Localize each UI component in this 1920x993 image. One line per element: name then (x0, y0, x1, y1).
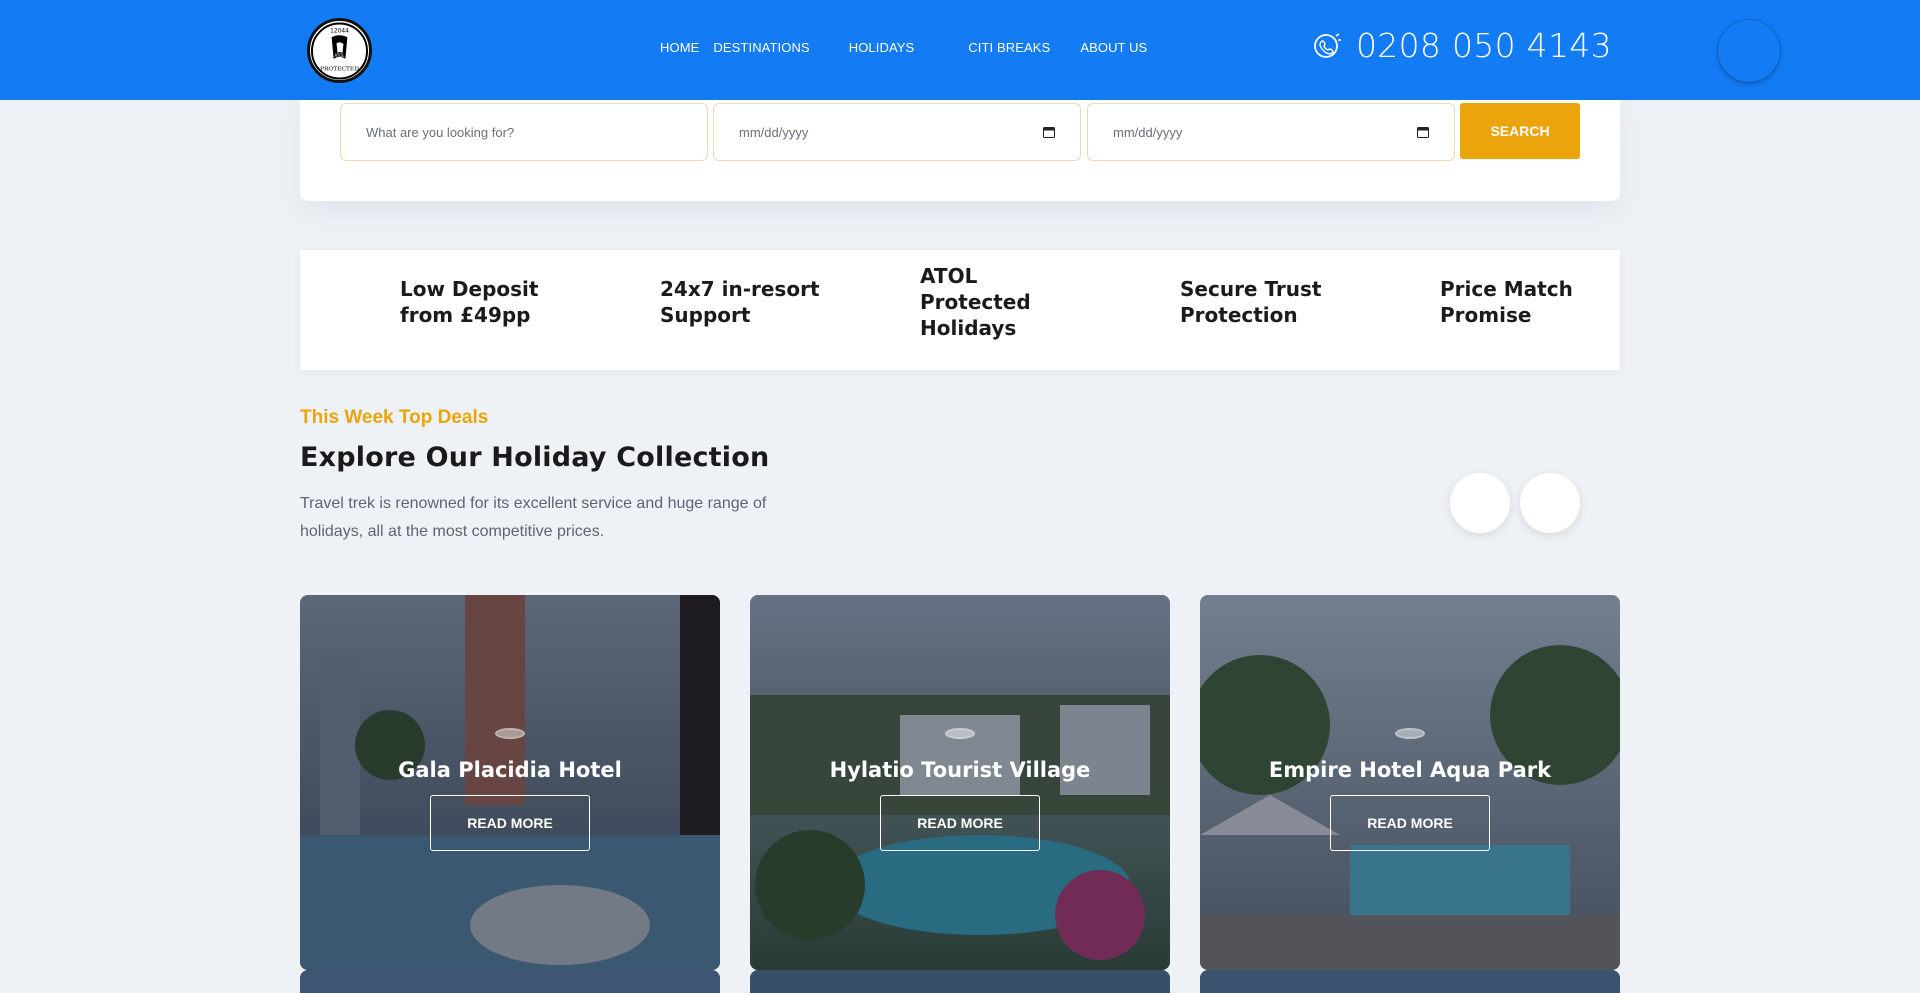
feature-atol: ATOL Protected Holidays (920, 263, 1031, 341)
deal-card[interactable]: Gala Placidia Hotel READ MORE (300, 595, 720, 970)
search-button[interactable]: SEARCH (1460, 103, 1580, 159)
phone-support-icon (1314, 32, 1341, 58)
nav-citi-breaks[interactable]: CITI BREAKS (968, 40, 1050, 55)
card-title: Empire Hotel Aqua Park (1268, 758, 1552, 782)
deal-card-partial (750, 970, 1170, 993)
feature-support: 24x7 in-resort Support (660, 276, 820, 328)
atol-logo[interactable]: 12044 ATOL PROTECTED (307, 18, 372, 83)
check-in-date-input[interactable]: mm/dd/yyyy (713, 103, 1081, 161)
svg-text:ATOL: ATOL (334, 52, 345, 57)
check-out-date-input[interactable]: mm/dd/yyyy (1087, 103, 1455, 161)
check-out-date-text: mm/dd/yyyy (1113, 124, 1183, 140)
feature-line: 24x7 in-resort (660, 277, 820, 301)
read-more-button[interactable]: READ MORE (1330, 795, 1490, 851)
features-strip: Low Deposit from £49pp 24x7 in-resort Su… (300, 250, 1620, 370)
feature-line: Protected (920, 290, 1031, 314)
card-title: Gala Placidia Hotel (398, 758, 622, 782)
header-menu-button[interactable] (1718, 20, 1780, 82)
card-overlay (300, 595, 720, 970)
search-panel: What are you looking for? mm/dd/yyyy mm/… (300, 100, 1620, 201)
atol-seal-icon: 12044 ATOL PROTECTED (310, 21, 369, 80)
nav-destinations-label: DESTINATIONS (713, 40, 810, 55)
main-nav: HOME DESTINATIONS HOLIDAYS CITI BREAKS A… (660, 40, 1147, 55)
section-title: Explore Our Holiday Collection (300, 442, 770, 473)
phone-contact[interactable]: 0208 050 4143 (1310, 26, 1612, 65)
feature-line: Secure Trust (1180, 277, 1322, 301)
deal-card-partial (300, 970, 720, 993)
feature-line: Holidays (920, 316, 1017, 340)
nav-destinations[interactable]: DESTINATIONS (713, 40, 823, 55)
deal-card[interactable]: Hylatio Tourist Village READ MORE (750, 595, 1170, 970)
feature-low-deposit: Low Deposit from £49pp (400, 276, 538, 328)
card-overlay (1200, 595, 1620, 970)
feature-line: from £49pp (400, 303, 531, 327)
search-placeholder: What are you looking for? (366, 124, 515, 140)
search-input[interactable]: What are you looking for? (340, 103, 708, 161)
feature-line: ATOL (920, 264, 978, 288)
carousel-prev-button[interactable] (1450, 473, 1510, 533)
svg-text:PROTECTED: PROTECTED (320, 66, 359, 72)
card-overlay (750, 595, 1170, 970)
nav-about-us[interactable]: ABOUT US (1080, 40, 1147, 55)
check-in-date-text: mm/dd/yyyy (739, 124, 809, 140)
card-indicator (945, 728, 975, 739)
carousel-next-button[interactable] (1520, 473, 1580, 533)
deal-card-partial (1200, 970, 1620, 993)
feature-line: Support (660, 303, 751, 327)
nav-holidays[interactable]: HOLIDAYS (849, 40, 929, 55)
calendar-icon[interactable] (1043, 126, 1055, 138)
calendar-icon[interactable] (1417, 126, 1429, 138)
card-title: Hylatio Tourist Village (829, 758, 1091, 782)
phone-number: 0208 050 4143 (1356, 26, 1612, 65)
feature-line: Promise (1440, 303, 1532, 327)
nav-home[interactable]: HOME (660, 40, 699, 55)
svg-text:12044: 12044 (330, 28, 349, 34)
section-description: Travel trek is renowned for its excellen… (300, 495, 767, 540)
site-header: 12044 ATOL PROTECTED HOME DESTINATIONS H… (0, 0, 1920, 100)
feature-line: Price Match (1440, 277, 1573, 301)
feature-line: Protection (1180, 303, 1298, 327)
read-more-button[interactable]: READ MORE (430, 795, 590, 851)
feature-line: Low Deposit (400, 277, 539, 301)
deal-card[interactable]: Empire Hotel Aqua Park READ MORE (1200, 595, 1620, 970)
card-indicator (1395, 728, 1425, 739)
feature-price-match: Price Match Promise (1440, 276, 1573, 328)
deals-eyebrow: This Week Top Deals (300, 407, 489, 428)
feature-secure-trust: Secure Trust Protection (1180, 276, 1321, 328)
read-more-button[interactable]: READ MORE (880, 795, 1040, 851)
card-indicator (495, 728, 525, 739)
